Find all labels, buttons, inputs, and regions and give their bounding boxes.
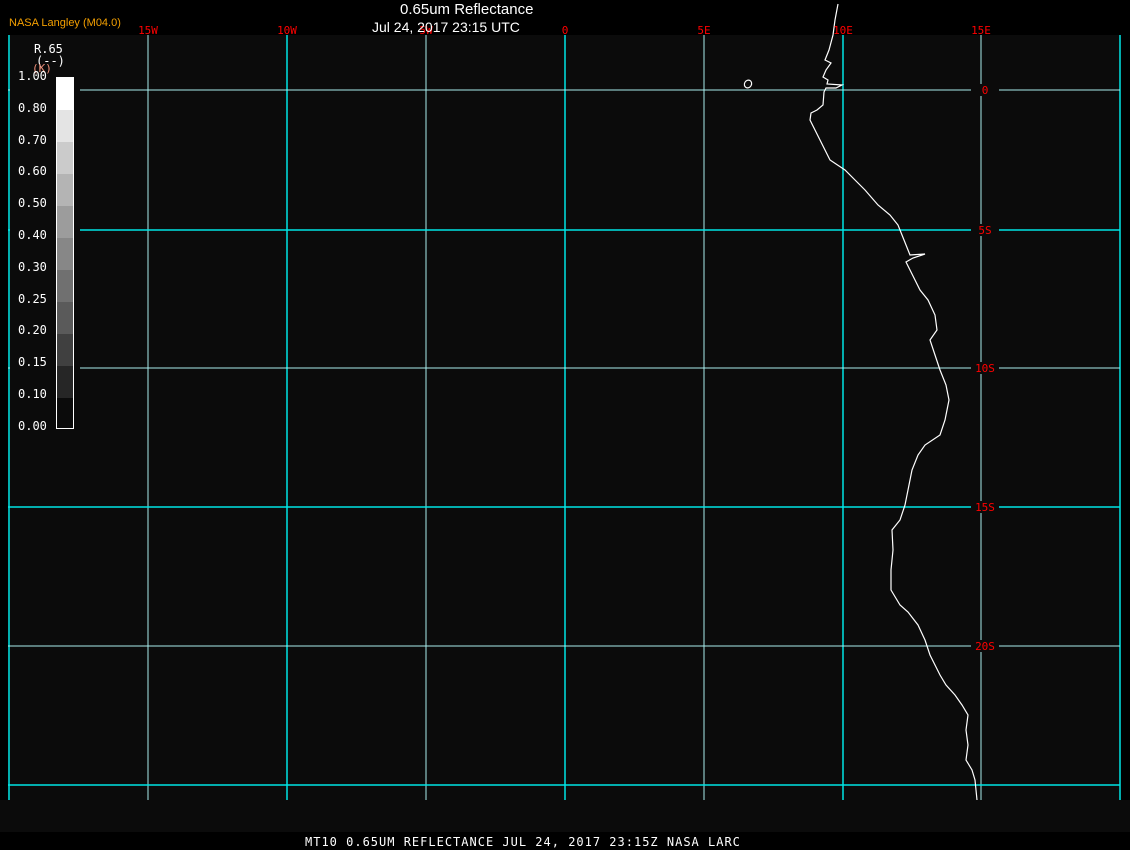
longitude-label: 0 bbox=[562, 24, 569, 37]
image-datetime: Jul 24, 2017 23:15 UTC bbox=[372, 19, 520, 35]
colorbar-segment bbox=[57, 206, 73, 238]
longitude-label: 10E bbox=[833, 24, 853, 37]
footer-band bbox=[0, 800, 1130, 832]
legend-tick-label: 0.70 bbox=[18, 132, 47, 147]
legend-tick-label: 0.30 bbox=[18, 259, 47, 274]
colorbar-segment bbox=[57, 270, 73, 302]
colorbar-segment bbox=[57, 366, 73, 398]
legend-tick-label: 0.25 bbox=[18, 291, 47, 306]
latitude-label: 5S bbox=[978, 224, 991, 237]
legend-tick-label: 0.60 bbox=[18, 164, 47, 179]
latitude-label: 10S bbox=[975, 362, 995, 375]
longitude-label: 10W bbox=[277, 24, 297, 37]
colorbar-segment bbox=[57, 78, 73, 110]
colorbar-segment bbox=[57, 142, 73, 174]
latitude-label: 0 bbox=[982, 84, 989, 97]
longitude-label: 5E bbox=[697, 24, 710, 37]
credit-label: NASA Langley (M04.0) bbox=[9, 17, 121, 29]
satellite-map: 15W 10W 5W 0 5E 10E 15E05S10S15S20S bbox=[0, 3, 1130, 832]
latitude-label: 20S bbox=[975, 640, 995, 653]
legend-tick-label: 0.15 bbox=[18, 355, 47, 370]
map-background bbox=[8, 35, 1120, 800]
colorbar-segment bbox=[57, 398, 73, 428]
colorbar-segment bbox=[57, 238, 73, 270]
legend-tick-label: 1.00 bbox=[18, 69, 47, 83]
legend-tick-label: 0.00 bbox=[18, 418, 47, 433]
longitude-label: 15E bbox=[971, 24, 991, 37]
legend-tick-label: 0.50 bbox=[18, 196, 47, 211]
colorbar bbox=[56, 77, 74, 429]
legend-tick-label: 0.20 bbox=[18, 323, 47, 338]
footer-caption: MT10 0.65UM REFLECTANCE JUL 24, 2017 23:… bbox=[305, 835, 741, 849]
colorbar-segment bbox=[57, 302, 73, 334]
colorbar-segment bbox=[57, 110, 73, 142]
colorbar-segment bbox=[57, 174, 73, 206]
color-legend: R.65 (--) (K) 1.00 0.80 0.70 0.60 0.50 0.40 0.… bbox=[10, 37, 80, 441]
longitude-label: 15W bbox=[138, 24, 158, 37]
legend-tick-label: 0.80 bbox=[18, 100, 47, 115]
legend-tick-label: 0.40 bbox=[18, 228, 47, 242]
legend-tick-label: 0.10 bbox=[18, 387, 47, 401]
image-title: 0.65um Reflectance bbox=[400, 1, 534, 18]
colorbar-segment bbox=[57, 334, 73, 366]
latitude-label: 15S bbox=[975, 501, 995, 514]
